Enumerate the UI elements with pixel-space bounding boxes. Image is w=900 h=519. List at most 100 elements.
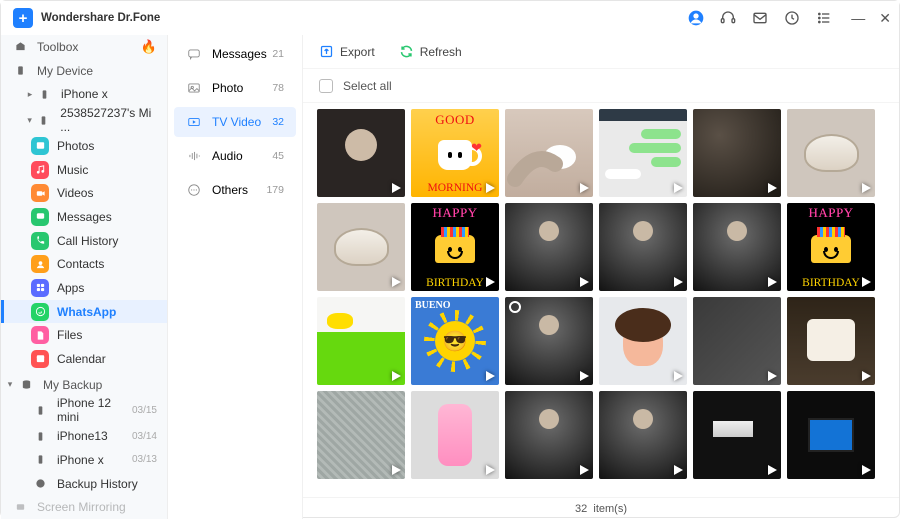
hot-icon: 🔥	[141, 39, 157, 55]
sidebar-item-label: Contacts	[57, 257, 104, 271]
sidebar-item-whatsapp[interactable]: WhatsApp	[1, 300, 167, 324]
account-icon[interactable]	[687, 9, 705, 27]
backup-date: 03/14	[132, 431, 157, 442]
video-thumb[interactable]	[317, 109, 405, 197]
play-icon	[768, 277, 777, 287]
video-thumb[interactable]	[693, 297, 781, 385]
play-icon	[862, 465, 871, 475]
video-thumb[interactable]	[317, 203, 405, 291]
phone-icon	[35, 85, 53, 103]
play-icon	[768, 465, 777, 475]
chevron-down-icon: ▾	[25, 115, 34, 126]
category-others[interactable]: Others179	[174, 175, 296, 205]
sidebar-item-videos[interactable]: Videos	[1, 181, 167, 205]
video-thumb[interactable]	[599, 203, 687, 291]
refresh-button[interactable]: Refresh	[399, 44, 462, 59]
chevron-down-icon: ▾	[5, 379, 15, 390]
title-bar: + Wondershare Dr.Fone — ✕	[1, 1, 899, 35]
files-icon	[31, 326, 49, 344]
sidebar-item-files[interactable]: Files	[1, 323, 167, 347]
sidebar-toolbox[interactable]: Toolbox 🔥	[1, 35, 167, 59]
category-label: Others	[212, 183, 248, 197]
video-thumb[interactable]	[317, 391, 405, 479]
category-count: 21	[272, 48, 284, 60]
history-icon[interactable]	[783, 9, 801, 27]
video-thumb[interactable]	[787, 109, 875, 197]
category-photo[interactable]: Photo78	[174, 73, 296, 103]
audio-icon	[186, 148, 202, 164]
minimize-button[interactable]: —	[851, 10, 865, 26]
play-icon	[862, 277, 871, 287]
category-count: 32	[272, 116, 284, 128]
video-thumb[interactable]: GOOD❤MORNING	[411, 109, 499, 197]
sidebar-item-photos[interactable]: Photos	[1, 134, 167, 158]
video-thumb[interactable]	[505, 109, 593, 197]
history-icon	[31, 475, 49, 493]
video-thumb[interactable]	[693, 203, 781, 291]
more-icon	[186, 182, 202, 198]
video-thumb[interactable]	[787, 391, 875, 479]
video-thumb[interactable]	[411, 391, 499, 479]
play-icon	[768, 371, 777, 381]
support-icon[interactable]	[719, 9, 737, 27]
category-sidebar: Messages21 Photo78 TV Video32 Audio45 Ot…	[168, 35, 303, 519]
select-all-checkbox[interactable]	[319, 79, 333, 93]
video-thumb[interactable]	[693, 391, 781, 479]
sidebar-device-iphonex[interactable]: ▸ iPhone x	[1, 82, 167, 106]
sidebar-backup-1[interactable]: iPhone13 03/14	[1, 424, 167, 448]
video-thumb[interactable]	[599, 391, 687, 479]
sidebar-item-contacts[interactable]: Contacts	[1, 252, 167, 276]
play-icon	[486, 183, 495, 193]
video-thumb[interactable]	[505, 391, 593, 479]
close-button[interactable]: ✕	[879, 10, 891, 27]
video-thumb[interactable]: BUENO😎	[411, 297, 499, 385]
backup-history-label: Backup History	[57, 477, 138, 491]
phone-icon	[31, 451, 49, 469]
play-icon	[768, 183, 777, 193]
status-count: 32	[575, 503, 587, 515]
messages-icon	[31, 208, 49, 226]
sidebar-item-messages[interactable]: Messages	[1, 205, 167, 229]
sidebar-item-label: Calendar	[57, 352, 106, 366]
play-icon	[392, 465, 401, 475]
export-button[interactable]: Export	[319, 44, 375, 59]
sidebar-screen-mirroring[interactable]: Screen Mirroring	[1, 495, 167, 519]
mirror-icon	[11, 498, 29, 516]
primary-sidebar: Toolbox 🔥 My Device ▸ iPhone x ▾ 2538527…	[1, 35, 168, 519]
play-icon	[486, 465, 495, 475]
sidebar-my-device[interactable]: My Device	[1, 59, 167, 83]
sidebar-device-mi[interactable]: ▾ 2538527237's Mi ...	[1, 106, 167, 134]
backup-name: iPhone13	[57, 429, 108, 443]
calendar-icon	[31, 350, 49, 368]
my-backup-label: My Backup	[43, 378, 102, 392]
video-thumb[interactable]	[505, 203, 593, 291]
sidebar-backup-history[interactable]: Backup History	[1, 472, 167, 496]
play-icon	[674, 371, 683, 381]
thumb-text: GOOD	[435, 112, 475, 128]
sidebar-item-calendar[interactable]: Calendar	[1, 347, 167, 371]
mail-icon[interactable]	[751, 9, 769, 27]
thumb-text: BIRTHDAY	[802, 277, 860, 289]
video-thumb[interactable]	[317, 297, 405, 385]
sidebar-item-call-history[interactable]: Call History	[1, 229, 167, 253]
video-thumb[interactable]	[599, 109, 687, 197]
video-grid[interactable]: GOOD❤MORNING HAPPYBIRTHDAY HAPPYBIRTHDAY…	[303, 103, 899, 497]
sidebar-backup-2[interactable]: iPhone x03/13	[1, 448, 167, 472]
play-icon	[674, 465, 683, 475]
sidebar-item-music[interactable]: Music	[1, 158, 167, 182]
menu-icon[interactable]	[815, 9, 833, 27]
video-thumb[interactable]: HAPPYBIRTHDAY	[411, 203, 499, 291]
play-icon	[862, 183, 871, 193]
video-thumb[interactable]	[693, 109, 781, 197]
category-audio[interactable]: Audio45	[174, 141, 296, 171]
video-thumb[interactable]: HAPPYBIRTHDAY	[787, 203, 875, 291]
video-thumb[interactable]	[787, 297, 875, 385]
sidebar-backup-0[interactable]: iPhone 12 mini03/15	[1, 396, 167, 424]
category-label: Audio	[212, 149, 243, 163]
sidebar-item-apps[interactable]: Apps	[1, 276, 167, 300]
category-tv-video[interactable]: TV Video32	[174, 107, 296, 137]
video-thumb[interactable]	[599, 297, 687, 385]
sidebar-my-backup[interactable]: ▾ My Backup	[1, 373, 167, 397]
video-thumb[interactable]	[505, 297, 593, 385]
category-messages[interactable]: Messages21	[174, 39, 296, 69]
